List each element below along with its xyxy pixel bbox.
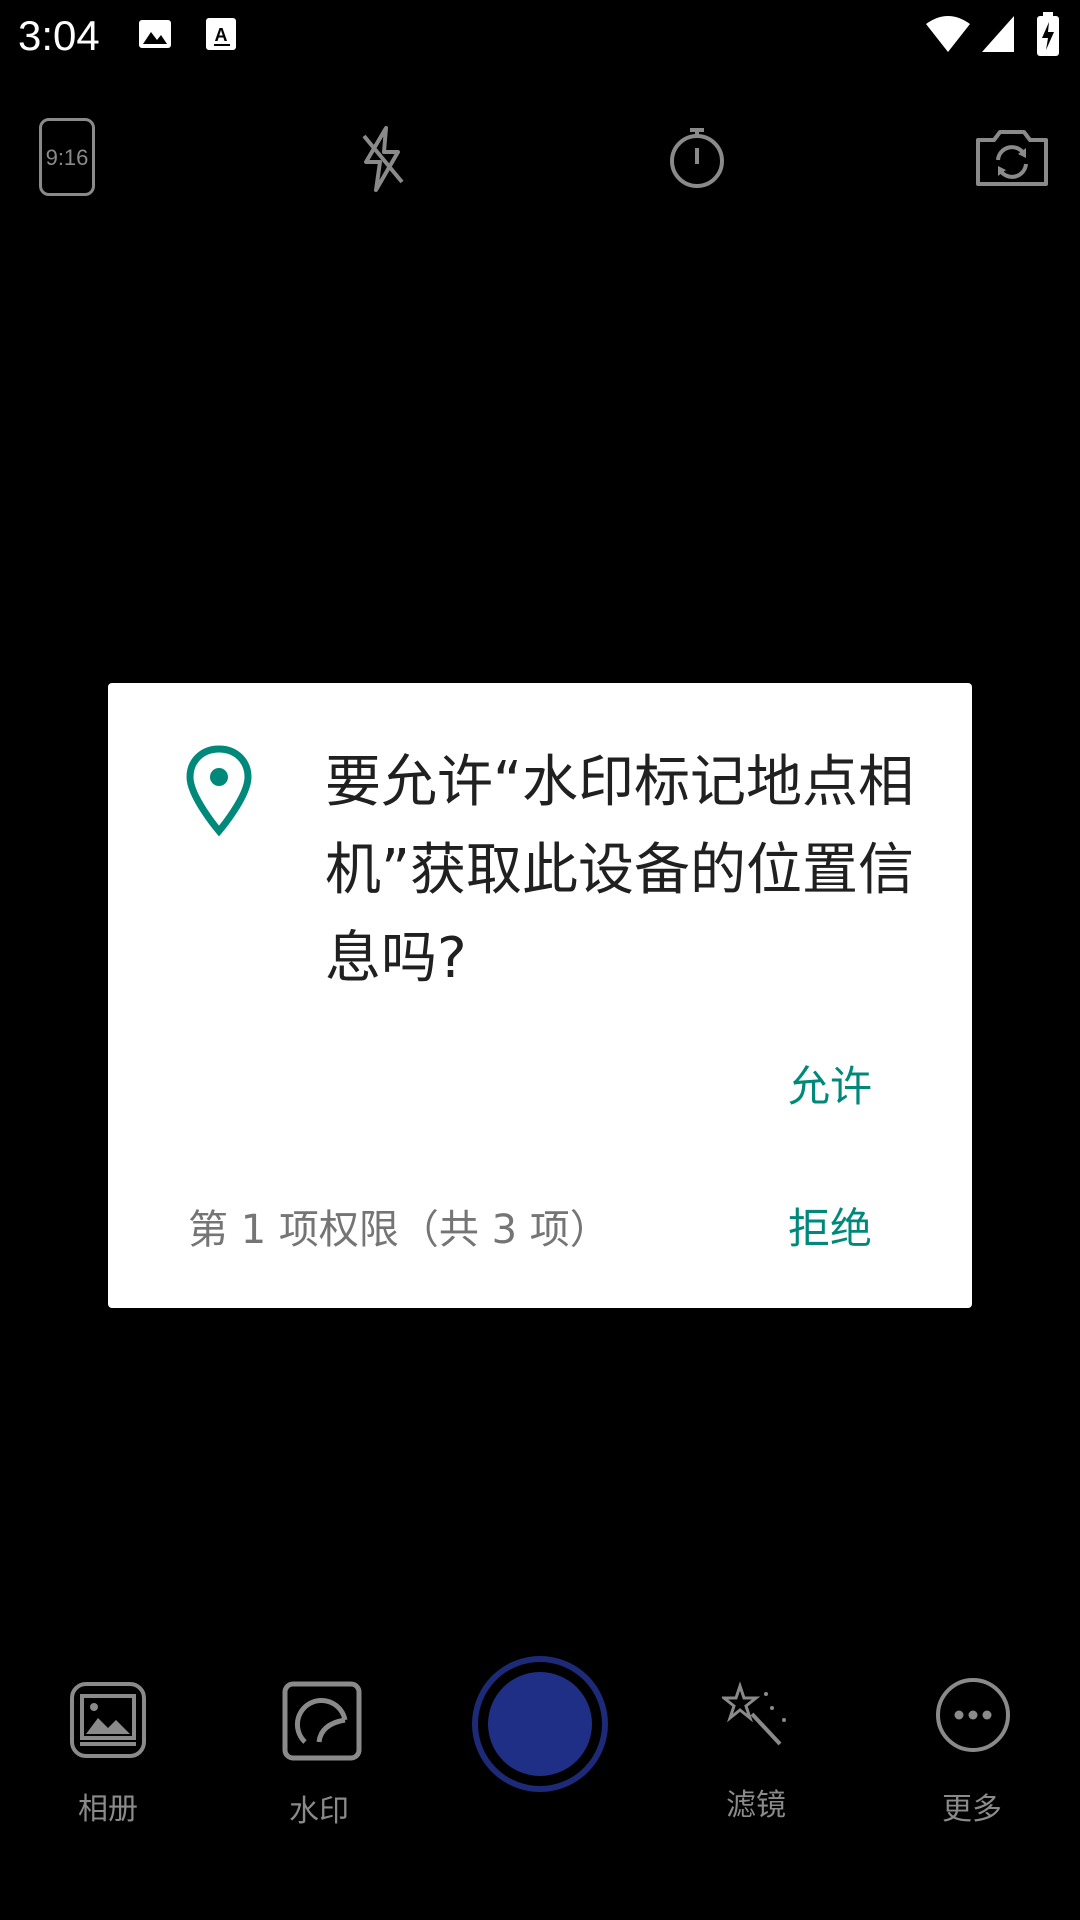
album-button[interactable]: 相册 (18, 1676, 198, 1836)
permission-counter: 第 1 项权限（共 3 项） (188, 1207, 610, 1253)
aspect-ratio-label: 9:16 (45, 145, 89, 170)
allow-button[interactable]: 允许 (788, 1053, 872, 1114)
shutter-button[interactable] (472, 1656, 608, 1792)
permission-message: 要允许“水印标记地点相机”获取此设备的位置信息吗? (325, 750, 915, 991)
watermark-icon (281, 1680, 363, 1766)
status-bar: 3:04 A (0, 0, 1080, 72)
deny-button[interactable]: 拒绝 (788, 1195, 872, 1256)
flash-off-icon[interactable] (354, 124, 410, 198)
status-time: 3:04 (18, 12, 100, 59)
more-options-icon (934, 1676, 1012, 1758)
wifi-icon (924, 14, 972, 58)
timer-icon[interactable] (666, 124, 728, 194)
location-pin-icon (186, 745, 252, 841)
signal-icon (980, 14, 1016, 58)
gallery-icon (68, 1680, 148, 1764)
svg-text:A: A (215, 25, 228, 45)
more-label: 更多 (942, 1792, 1002, 1827)
more-button[interactable]: 更多 (882, 1676, 1062, 1836)
magic-wand-icon (719, 1680, 794, 1756)
permission-dialog: 要允许“水印标记地点相机”获取此设备的位置信息吗? 允许 第 1 项权限（共 3… (108, 683, 972, 1308)
watermark-button[interactable]: 水印 (229, 1676, 409, 1836)
image-icon (137, 16, 173, 56)
text-recognition-icon: A (204, 16, 238, 56)
watermark-label: 水印 (289, 1794, 349, 1829)
filter-button[interactable]: 滤镜 (666, 1676, 846, 1836)
switch-camera-icon[interactable] (972, 124, 1052, 194)
battery-charging-icon (1036, 12, 1060, 60)
aspect-ratio-button[interactable]: 9:16 (39, 118, 95, 196)
album-label: 相册 (78, 1792, 138, 1827)
shutter-inner (488, 1672, 592, 1776)
filter-label: 滤镜 (726, 1788, 786, 1823)
